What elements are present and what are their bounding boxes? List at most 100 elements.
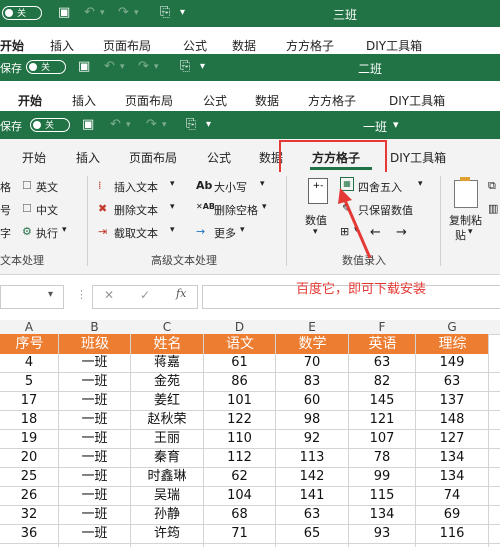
english-button[interactable]: 英文 [36,179,58,195]
copy-icon[interactable]: ⧉ [488,179,496,193]
table-cell[interactable]: 60 [276,392,348,410]
redo-dropdown-icon[interactable]: ▾ [162,118,167,132]
header-cell[interactable]: 语文 [204,334,276,354]
table-cell[interactable]: 134 [349,506,415,524]
table-cell[interactable]: 74 [416,487,488,505]
ribbon-left-r3a[interactable]: 字 [0,225,11,241]
table-cell[interactable]: 112 [204,449,275,467]
table-cell[interactable]: 127 [416,430,488,448]
cancel-icon[interactable]: ✕ [104,288,114,302]
tab-home[interactable]: 开始 [0,37,24,54]
undo-icon[interactable]: ↶ [84,6,95,20]
table-cell[interactable]: 61 [204,354,275,372]
tab-fangfangezi[interactable]: 方方格子 [286,37,334,54]
right-arrow-icon[interactable]: → [396,225,407,240]
redo-icon[interactable]: ↷ [146,118,157,132]
table-cell[interactable]: 122 [204,411,275,429]
tab-page-layout[interactable]: 页面布局 [129,149,177,166]
table-cell[interactable]: 19 [0,430,58,448]
tab-home[interactable]: 开始 [18,92,42,109]
column-letter[interactable]: D [204,320,275,334]
table-cell[interactable]: 一班 [59,506,130,524]
tab-diy-toolbox[interactable]: DIY工具箱 [390,149,446,166]
table-cell[interactable]: 78 [349,449,415,467]
value-dropdown-icon[interactable]: ▾ [313,227,318,237]
column-letter[interactable]: E [276,320,348,334]
table-cell[interactable]: 110 [204,430,275,448]
execute-button[interactable]: 执行 [36,225,58,241]
format-painter-icon[interactable]: ⎘ [180,60,190,74]
ribbon-left-r2a[interactable]: 号 [0,202,11,218]
redo-icon[interactable]: ↷ [118,6,129,20]
format-painter-icon[interactable]: ⎘ [186,118,196,132]
save-icon[interactable]: ▣ [78,60,90,74]
table-cell[interactable]: 秦育 [131,449,203,467]
table-cell[interactable]: 18 [0,411,58,429]
header-cell[interactable]: 数学 [276,334,349,354]
table-cell[interactable]: 92 [276,430,348,448]
header-cell[interactable]: 姓名 [131,334,204,354]
table-cell[interactable]: 116 [416,525,488,543]
table-cell[interactable]: 赵秋荣 [131,411,203,429]
formula-bar-handle-icon[interactable]: ⋮ [76,288,87,301]
table-cell[interactable]: 蒋嘉 [131,354,203,372]
table-cell[interactable]: 一班 [59,468,130,486]
delete-text-button[interactable]: 删除文本 [114,202,158,218]
column-letter[interactable]: A [0,320,58,334]
table-cell[interactable]: 吴瑞 [131,487,203,505]
confirm-icon[interactable]: ✓ [140,288,150,302]
table-cell[interactable]: 99 [349,468,415,486]
execute-dropdown-icon[interactable]: ▾ [62,225,67,235]
column-letter[interactable]: B [59,320,130,334]
table-cell[interactable]: 101 [204,392,275,410]
autosave-toggle[interactable]: 关 [30,118,70,132]
quick-access-dropdown-icon[interactable]: ▾ [206,118,211,132]
table-cell[interactable]: 63 [416,373,488,391]
autosave-toggle[interactable]: 关 [26,60,66,74]
table-cell[interactable]: 一班 [59,430,130,448]
save-icon[interactable]: ▣ [82,118,94,132]
tab-diy-toolbox[interactable]: DIY工具箱 [389,92,445,109]
tab-insert[interactable]: 插入 [72,92,96,109]
chinese-button[interactable]: 中文 [36,202,58,218]
copy-paste-dropdown-icon[interactable]: ▾ [468,227,473,237]
table-cell[interactable]: 121 [349,411,415,429]
table-cell[interactable]: 25 [0,468,58,486]
format-painter-icon[interactable]: ⎘ [160,6,170,20]
table-cell[interactable]: 姜红 [131,392,203,410]
name-box[interactable] [0,285,64,309]
undo-icon[interactable]: ↶ [110,118,121,132]
column-letter[interactable]: C [131,320,203,334]
title-dropdown-icon[interactable]: ▾ [393,118,399,131]
undo-dropdown-icon[interactable]: ▾ [120,60,125,74]
autosave-toggle[interactable]: 关 [2,6,42,20]
undo-dropdown-icon[interactable]: ▾ [100,6,105,20]
extract-text-button[interactable]: 截取文本 [114,225,158,241]
table-cell[interactable]: 145 [349,392,415,410]
fx-icon[interactable]: fx [176,287,186,300]
table-cell[interactable]: 一班 [59,487,130,505]
extract-text-dropdown-icon[interactable]: ▾ [170,225,175,235]
tab-data[interactable]: 数据 [232,37,256,54]
table-cell[interactable]: 26 [0,487,58,505]
table-cell[interactable]: 148 [416,411,488,429]
insert-text-dropdown-icon[interactable]: ▾ [170,179,175,189]
tab-page-layout[interactable]: 页面布局 [103,37,151,54]
name-box-dropdown-icon[interactable]: ▾ [48,289,53,300]
copy-paste-button-line2[interactable]: 贴 [455,227,466,243]
table-cell[interactable]: 65 [276,525,348,543]
redo-dropdown-icon[interactable]: ▾ [134,6,139,20]
table-cell[interactable]: 5 [0,373,58,391]
delete-space-button[interactable]: 删除空格 [214,202,258,218]
table-cell[interactable]: 金苑 [131,373,203,391]
header-cell[interactable]: 序号 [0,334,59,354]
column-letter[interactable]: F [349,320,415,334]
table-cell[interactable]: 107 [349,430,415,448]
table-cell[interactable]: 17 [0,392,58,410]
table-cell[interactable]: 王丽 [131,430,203,448]
paste-icon[interactable]: ▥ [488,202,498,215]
tab-fangfangezi[interactable]: 方方格子 [308,92,356,109]
table-cell[interactable]: 一班 [59,373,130,391]
table-cell[interactable]: 83 [276,373,348,391]
column-letter[interactable]: G [416,320,488,334]
